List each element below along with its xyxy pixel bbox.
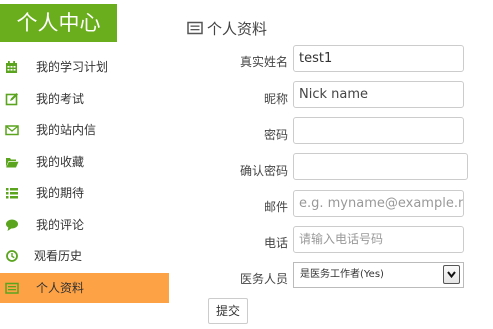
email-input[interactable]: e.g. myname@example.net [293, 190, 464, 217]
sidebar-item-messages[interactable]: 我的站内信 [0, 115, 169, 145]
sidebar-item-study-plan[interactable]: 我的学习计划 [0, 52, 169, 82]
list-icon [5, 186, 19, 200]
sidebar-item-label: 个人资料 [36, 280, 85, 295]
submit-button[interactable]: 提交 [208, 298, 248, 324]
sidebar-menu: 我的学习计划 我的考试 我的站内信 我的收藏 我的期待 我的评论 观看历史 个人… [0, 52, 169, 304]
sidebar-item-label: 我的学习计划 [36, 60, 109, 74]
phone-label: 电话 [263, 236, 288, 250]
sidebar-item-label: 我的站内信 [36, 123, 97, 137]
section-title-text: 个人资料 [207, 20, 268, 38]
chevron-down-icon[interactable] [443, 265, 460, 284]
profile-card-icon [5, 281, 19, 295]
real-name-input[interactable]: test1 [293, 45, 464, 72]
calendar-icon [5, 60, 19, 74]
sidebar-item-history[interactable]: 观看历史 [0, 241, 169, 271]
medical-staff-select[interactable]: 是医务工作者(Yes) [293, 262, 464, 288]
comment-icon [5, 218, 19, 232]
edit-icon [5, 92, 19, 106]
sidebar-item-expectations[interactable]: 我的期待 [0, 178, 169, 208]
password-input[interactable] [293, 117, 464, 144]
sidebar-item-favorites[interactable]: 我的收藏 [0, 147, 169, 177]
nickname-label: 昵称 [263, 92, 288, 106]
confirm-password-label: 确认密码 [239, 164, 288, 178]
password-label: 密码 [263, 128, 288, 142]
nickname-input[interactable]: Nick name [293, 81, 464, 108]
profile-card-icon [187, 21, 203, 35]
real-name-label: 真实姓名 [239, 55, 288, 69]
sidebar-item-profile[interactable]: 个人资料 [0, 272, 169, 303]
medical-staff-label: 医务人员 [239, 272, 288, 286]
sidebar-item-label: 我的评论 [36, 217, 85, 232]
page-banner-title: 个人中心 [0, 4, 117, 42]
sidebar-item-label: 我的期待 [36, 186, 85, 200]
email-label: 邮件 [263, 200, 288, 214]
phone-input[interactable]: 请输入电话号码 [293, 226, 464, 253]
medical-staff-selected-value: 是医务工作者(Yes) [300, 269, 384, 280]
confirm-password-input[interactable] [293, 153, 468, 180]
clock-icon [5, 249, 19, 263]
sidebar-item-label: 观看历史 [34, 249, 83, 263]
sidebar-item-exams[interactable]: 我的考试 [0, 84, 169, 114]
sidebar-item-label: 我的收藏 [36, 154, 85, 169]
envelope-icon [5, 123, 19, 137]
sidebar-item-comments[interactable]: 我的评论 [0, 210, 169, 240]
folder-open-icon [5, 155, 19, 169]
section-title: 个人资料 [187, 18, 267, 40]
sidebar-item-label: 我的考试 [36, 91, 85, 106]
